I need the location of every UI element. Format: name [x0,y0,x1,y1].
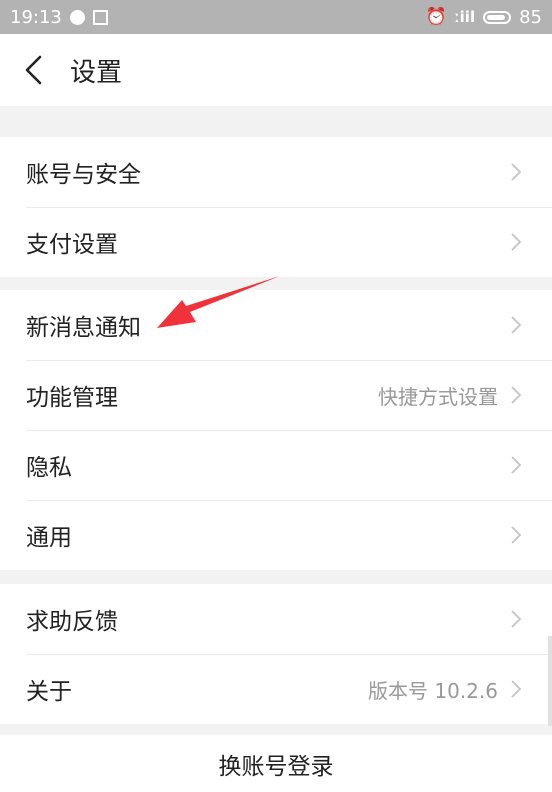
gallery-notification-icon [92,9,108,25]
chevron-right-icon [511,386,522,404]
row-label: 关于 [26,679,72,705]
settings-row-general[interactable]: 通用 [0,500,552,570]
row-right: 快捷方式设置 [378,381,522,410]
row-right [510,162,522,182]
notification-dot-icon [69,9,85,25]
row-right [510,609,522,629]
chevron-right-icon [511,163,522,181]
status-time: 19:13 [10,6,62,28]
alarm-icon: ⏰ [425,7,447,27]
row-label: 隐私 [26,455,72,481]
back-arrow-icon [25,55,42,85]
switch-account-button[interactable]: 换账号登录 [0,735,552,792]
status-left: 19:13 [10,7,108,28]
settings-row-new-message-notification[interactable]: 新消息通知 [0,290,552,360]
settings-group-account: 账号与安全 支付设置 [0,137,552,277]
status-right: ⏰ ːiil 85 [425,7,542,28]
header-bar: 设置 [0,34,552,106]
row-label: 新消息通知 [26,315,141,341]
page-title: 设置 [70,57,123,88]
scrollbar[interactable] [548,636,552,726]
chevron-right-icon [511,680,522,698]
row-right: 版本号 10.2.6 [368,675,522,704]
row-label: 通用 [26,525,72,551]
settings-row-privacy[interactable]: 隐私 [0,430,552,500]
row-label: 求助反馈 [26,609,118,635]
row-label: 功能管理 [26,385,118,411]
row-label: 账号与安全 [26,162,141,188]
settings-row-about[interactable]: 关于 版本号 10.2.6 [0,654,552,724]
row-right [510,232,522,252]
chevron-right-icon [511,316,522,334]
chevron-right-icon [511,526,522,544]
settings-row-account-security[interactable]: 账号与安全 [0,137,552,207]
signal-icon: ːiil [454,8,476,26]
settings-row-payment[interactable]: 支付设置 [0,207,552,277]
row-label: 支付设置 [26,232,118,258]
settings-row-feature-management[interactable]: 功能管理 快捷方式设置 [0,360,552,430]
chevron-right-icon [511,456,522,474]
row-value: 快捷方式设置 [378,384,498,409]
battery-icon [483,10,512,24]
settings-group-support: 求助反馈 关于 版本号 10.2.6 [0,584,552,724]
row-right [510,455,522,475]
back-button[interactable] [24,50,54,90]
settings-row-help-feedback[interactable]: 求助反馈 [0,584,552,654]
chevron-right-icon [511,610,522,628]
status-bar: 19:13 ⏰ ːiil 85 [0,0,552,34]
settings-group-general: 新消息通知 功能管理 快捷方式设置 隐私 通用 [0,290,552,570]
row-right [510,525,522,545]
row-value: 版本号 10.2.6 [368,678,498,703]
row-right [510,315,522,335]
battery-level: 85 [519,6,542,28]
chevron-right-icon [511,233,522,251]
